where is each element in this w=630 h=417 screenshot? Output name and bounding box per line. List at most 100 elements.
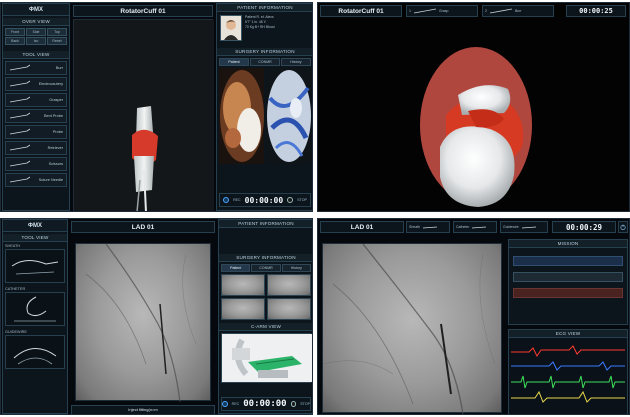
surgery-info-header: SURGERY INFORMATION — [217, 48, 312, 56]
tab-conmr[interactable]: CONMR — [250, 58, 280, 66]
mission-progress-2 — [513, 272, 623, 282]
tool-item-label: Probe — [52, 130, 63, 134]
arthroscope-camera-view[interactable] — [318, 19, 630, 211]
tool-item[interactable]: Scissors — [5, 157, 67, 171]
angiogram-thumb-1[interactable] — [221, 274, 265, 296]
tool-item[interactable]: Probe — [5, 125, 67, 139]
lad-patient-header: PATIENT INFORMATION — [219, 220, 312, 228]
view-button-back[interactable]: Back — [5, 37, 25, 45]
app-logo: ΦMX — [3, 4, 69, 16]
lad-rec-label: REC — [231, 402, 240, 406]
rec-label: REC — [233, 198, 241, 202]
slot-guidewire-label: Guidewire — [503, 225, 519, 229]
tool-slot-2-index: 2 — [485, 9, 487, 13]
view-button-front[interactable]: Front — [5, 28, 25, 36]
tab-patient[interactable]: Patient — [219, 58, 249, 66]
angiogram-thumb-4[interactable] — [267, 298, 311, 320]
tool-item[interactable]: Electrocautery — [5, 77, 67, 91]
suture-needle-icon — [9, 176, 31, 183]
lad-stop-label: STOP — [300, 402, 310, 406]
mission-progress-3 — [513, 288, 623, 298]
sheath-preview[interactable] — [5, 249, 65, 283]
view-button-top[interactable]: Top — [47, 28, 67, 36]
record-bar: REC 00:00:00 STOP — [219, 193, 311, 207]
tool-slot-1[interactable]: 1 Grasp — [406, 5, 478, 17]
stop-button[interactable] — [287, 197, 294, 203]
lad-record-bar: REC 00:00:00 STOP — [221, 397, 311, 411]
ecg-waveforms — [509, 338, 627, 414]
probe-icon — [9, 128, 31, 135]
view-button-reset[interactable]: Reset — [47, 37, 67, 45]
session-timer: 00:00:00 — [244, 195, 284, 205]
carm-3d-model — [222, 334, 312, 382]
retriever-icon — [9, 144, 31, 151]
rotatorcuff-scope-screen: RotatorCuff 01 1 Grasp 2 Burr 00:00:25 — [317, 2, 630, 212]
fluoroscopy-view[interactable] — [75, 243, 211, 403]
sheath-section: SHEATH — [3, 242, 67, 285]
catheter-section: CATHETER — [3, 285, 67, 328]
view-button-side[interactable]: Side — [26, 28, 46, 36]
slot-catheter-label: Catheter — [456, 225, 470, 229]
scissors-icon — [9, 160, 31, 167]
tool-item-label: Burr — [55, 66, 63, 70]
scope-title: RotatorCuff 01 — [320, 5, 402, 17]
carm-view[interactable] — [221, 333, 312, 383]
power-icon[interactable] — [618, 221, 628, 233]
rotatorcuff-control-screen: ΦMX OVER VIEW Front Side Top Back Iso Re… — [0, 2, 313, 212]
lad-control-screen: ΦMX TOOL VIEW SHEATH CATHETER GUIDEWIRE — [0, 218, 313, 415]
guidewire-section: GUIDEWIRE — [3, 328, 67, 371]
mission-header: MISSION — [509, 240, 627, 248]
tool-item[interactable]: Suture Needle — [5, 173, 67, 187]
view-button-iso[interactable]: Iso — [26, 37, 46, 45]
lad-left-sidebar: ΦMX TOOL VIEW SHEATH CATHETER GUIDEWIRE — [2, 219, 68, 414]
tool-item[interactable]: Grasper — [5, 93, 67, 107]
slot-guidewire[interactable]: Guidewire — [500, 221, 548, 233]
lad-fluoroscopy-view[interactable] — [322, 243, 502, 414]
lad-rec-button[interactable] — [222, 401, 228, 407]
tool-list: Burr Electrocautery Grasper Bent Probe Probe… — [3, 61, 69, 187]
slot-sheath-label: Sheath — [409, 225, 421, 229]
guidewire-label: GUIDEWIRE — [5, 330, 27, 334]
info-column: PATIENT INFORMATION Patient R. et. Alexs… — [216, 3, 312, 211]
angiogram-thumb-3[interactable] — [221, 298, 265, 320]
tool-item-label: Retriever — [47, 146, 63, 150]
lad-app-logo: ΦMX — [3, 220, 67, 232]
lad-fluoroscopy-vessels — [322, 243, 496, 414]
patient-info-header: PATIENT INFORMATION — [217, 4, 312, 12]
arthroscopy-images — [217, 68, 312, 164]
lad-surgery-tabs: Patient CONMR History — [219, 262, 312, 274]
tool-slot-1-index: 1 — [409, 9, 411, 13]
rec-button[interactable] — [223, 197, 230, 203]
arthroscope-3d-view[interactable] — [73, 19, 214, 211]
lad-surgery-header: SURGERY INFORMATION — [219, 254, 312, 262]
shoulder-model-render — [74, 20, 214, 211]
guidewire-preview[interactable] — [5, 335, 65, 369]
tool-item[interactable]: Bent Probe — [5, 109, 67, 123]
arthroscopy-image-1[interactable] — [219, 68, 264, 164]
arthroscopy-image-2[interactable] — [266, 68, 311, 164]
patient-weight-blood: 70 Kg B+ RH Blood — [245, 25, 275, 29]
slot-catheter[interactable]: Catheter — [453, 221, 497, 233]
tool-item-label: Grasper — [49, 98, 63, 102]
tool-item-label: Suture Needle — [38, 178, 63, 182]
view-buttons: Front Side Top Back Iso Reset — [3, 26, 69, 47]
tool-item[interactable]: Retriever — [5, 141, 67, 155]
patient-card: Patient R. et. Alexs 5'7" 1 in. 48 Y. 70… — [217, 12, 312, 44]
page-title: RotatorCuff 01 — [73, 5, 213, 17]
lad-stop-button[interactable] — [290, 401, 297, 407]
tool-item-label: Bent Probe — [44, 114, 63, 118]
lad-tab-history[interactable]: History — [281, 264, 311, 272]
slot-sheath[interactable]: Sheath — [406, 221, 450, 233]
lad-tab-patient[interactable]: Patient — [221, 264, 251, 272]
tool-slot-2[interactable]: 2 Burr — [482, 5, 554, 17]
tab-history[interactable]: History — [281, 58, 311, 66]
angiogram-thumb-2[interactable] — [267, 274, 311, 296]
lad-tab-conmr[interactable]: CONMR — [251, 264, 281, 272]
lad-monitor-screen: LAD 01 Sheath Catheter Guidewire 00:00:2… — [317, 218, 630, 415]
fluoroscopy-vessels — [85, 243, 197, 403]
lad-patient-body — [219, 228, 312, 254]
tool-slot-1-name: Grasp — [438, 9, 449, 13]
catheter-preview[interactable] — [5, 292, 65, 326]
lad-monitor-timer: 00:00:29 — [552, 221, 616, 233]
tool-item[interactable]: Burr — [5, 61, 67, 75]
